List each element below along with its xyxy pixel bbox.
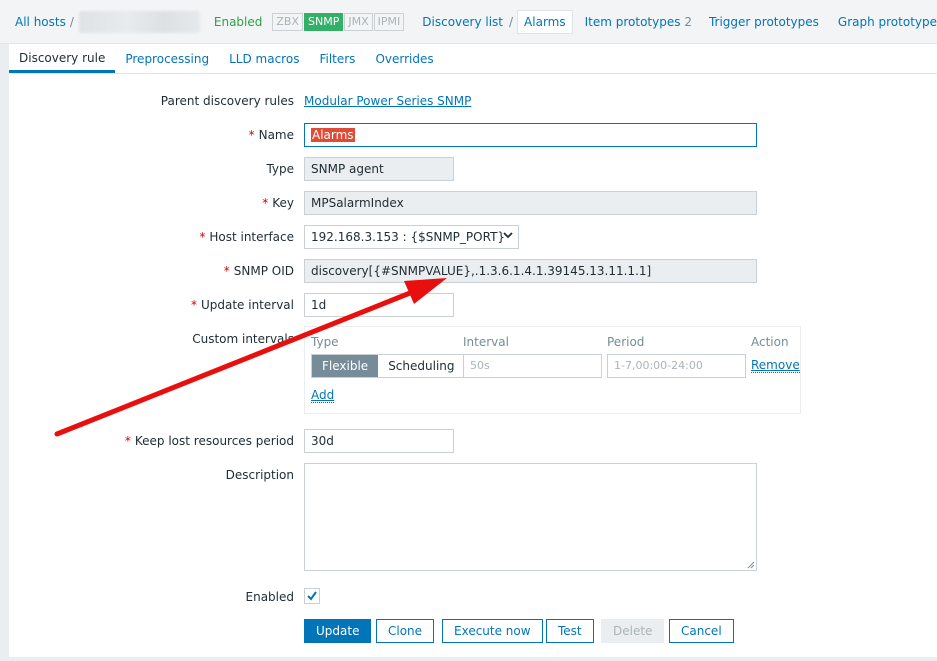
test-button[interactable]: Test bbox=[546, 619, 594, 643]
execute-now-button[interactable]: Execute now bbox=[442, 619, 543, 643]
enabled-checkbox[interactable] bbox=[304, 588, 320, 604]
host-interface-label: * Host interface bbox=[199, 230, 294, 244]
description-textarea[interactable] bbox=[304, 463, 757, 571]
tab-filters[interactable]: Filters bbox=[309, 52, 365, 73]
host-interface-select[interactable]: 192.168.3.153 : {$SNMP_PORT} bbox=[304, 225, 519, 249]
required-mark: * bbox=[262, 196, 269, 210]
update-button[interactable]: Update bbox=[304, 619, 372, 643]
availability-badges: ZBX SNMP JMX IPMI bbox=[272, 12, 405, 31]
host-breadcrumb-bar: All hosts / Enabled ZBX SNMP JMX IPMI Di… bbox=[0, 0, 937, 44]
host-interface-value: 192.168.3.153 : {$SNMP_PORT} bbox=[311, 230, 506, 244]
item-prototypes-count: 2 bbox=[684, 14, 692, 29]
discovery-list-link[interactable]: Discovery list bbox=[422, 15, 503, 29]
description-label: Description bbox=[225, 468, 294, 482]
parent-rule-link[interactable]: Modular Power Series SNMP bbox=[304, 94, 471, 108]
graph-prototypes-link[interactable]: Graph prototype bbox=[838, 15, 937, 29]
ipmi-badge: IPMI bbox=[373, 12, 405, 31]
update-interval-label-text: Update interval bbox=[200, 298, 294, 312]
snmp-oid-label: * SNMP OID bbox=[224, 264, 294, 278]
tab-discovery-rule[interactable]: Discovery rule bbox=[9, 51, 116, 73]
ci-header-type: Type bbox=[311, 335, 339, 349]
scheduling-option[interactable]: Scheduling bbox=[378, 355, 465, 377]
update-interval-input[interactable]: 1d bbox=[304, 293, 454, 317]
key-label: * Key bbox=[262, 196, 294, 210]
item-prototypes-label: Item prototypes bbox=[584, 14, 681, 29]
ci-period-input[interactable]: 1-7,00:00-24:00 bbox=[607, 354, 746, 378]
keep-lost-label-text: Keep lost resources period bbox=[134, 434, 294, 448]
item-prototypes-link[interactable]: Item prototypes 2 bbox=[585, 15, 692, 29]
enabled-label: Enabled bbox=[245, 590, 295, 604]
required-mark: * bbox=[248, 128, 255, 142]
flexible-option[interactable]: Flexible bbox=[312, 355, 379, 377]
snmp-badge: SNMP bbox=[304, 12, 344, 31]
checkmark-icon bbox=[307, 591, 317, 601]
tab-lld-macros[interactable]: LLD macros bbox=[219, 52, 309, 73]
interval-type-toggle: Flexible Scheduling bbox=[311, 354, 466, 378]
parent-rules-label: Parent discovery rules bbox=[160, 94, 294, 108]
key-label-text: Key bbox=[272, 196, 294, 210]
ci-header-action: Action bbox=[751, 335, 789, 349]
required-mark: * bbox=[223, 264, 230, 278]
tab-preprocessing[interactable]: Preprocessing bbox=[115, 52, 219, 73]
current-discovery-rule-crumb[interactable]: Alarms bbox=[517, 9, 573, 34]
ci-interval-input[interactable]: 50s bbox=[463, 354, 602, 378]
custom-intervals-table: Type Interval Period Action Flexible Sch… bbox=[304, 326, 801, 414]
update-interval-label: * Update interval bbox=[191, 298, 294, 312]
keep-lost-input[interactable]: 30d bbox=[304, 429, 454, 453]
key-input[interactable]: MPSalarmIndex bbox=[304, 191, 757, 215]
resize-handle-icon[interactable] bbox=[747, 561, 755, 569]
tab-overrides[interactable]: Overrides bbox=[365, 52, 443, 73]
host-status-enabled[interactable]: Enabled bbox=[214, 15, 263, 29]
breadcrumb-separator: / bbox=[69, 14, 74, 29]
type-field[interactable]: SNMP agent bbox=[304, 157, 454, 181]
clone-button[interactable]: Clone bbox=[376, 619, 435, 643]
breadcrumb-separator-2: / bbox=[509, 14, 514, 29]
custom-intervals-label: Custom intervals bbox=[192, 332, 294, 346]
chevron-down-icon bbox=[503, 232, 513, 239]
ci-header-interval: Interval bbox=[463, 335, 509, 349]
snmp-oid-input[interactable]: discovery[{#SNMPVALUE},.1.3.6.1.4.1.3914… bbox=[304, 259, 757, 283]
ci-add-link[interactable]: Add bbox=[311, 388, 335, 403]
jmx-badge: JMX bbox=[344, 12, 373, 31]
ci-remove-link[interactable]: Remove bbox=[751, 358, 800, 373]
required-mark: * bbox=[190, 298, 197, 312]
discovery-rule-form: Parent discovery rules Modular Power Ser… bbox=[9, 74, 937, 657]
type-label: Type bbox=[266, 162, 294, 176]
name-input[interactable]: Alarms bbox=[304, 123, 757, 147]
trigger-prototypes-link[interactable]: Trigger prototypes bbox=[709, 15, 819, 29]
name-label-text: Name bbox=[258, 128, 294, 142]
keep-lost-label: * Keep lost resources period bbox=[125, 434, 294, 448]
snmp-oid-label-text: SNMP OID bbox=[233, 264, 294, 278]
host-interface-label-text: Host interface bbox=[209, 230, 294, 244]
cancel-button[interactable]: Cancel bbox=[669, 619, 734, 643]
delete-button: Delete bbox=[601, 619, 665, 643]
name-value-selected: Alarms bbox=[311, 128, 355, 142]
required-mark: * bbox=[199, 230, 206, 244]
host-name-redacted[interactable] bbox=[78, 10, 200, 33]
form-tabs: Discovery rule Preprocessing LLD macros … bbox=[9, 44, 937, 74]
all-hosts-link[interactable]: All hosts bbox=[15, 15, 66, 29]
name-label: * Name bbox=[249, 128, 294, 142]
required-mark: * bbox=[124, 434, 131, 448]
zbx-badge: ZBX bbox=[272, 12, 304, 31]
ci-header-period: Period bbox=[607, 335, 645, 349]
